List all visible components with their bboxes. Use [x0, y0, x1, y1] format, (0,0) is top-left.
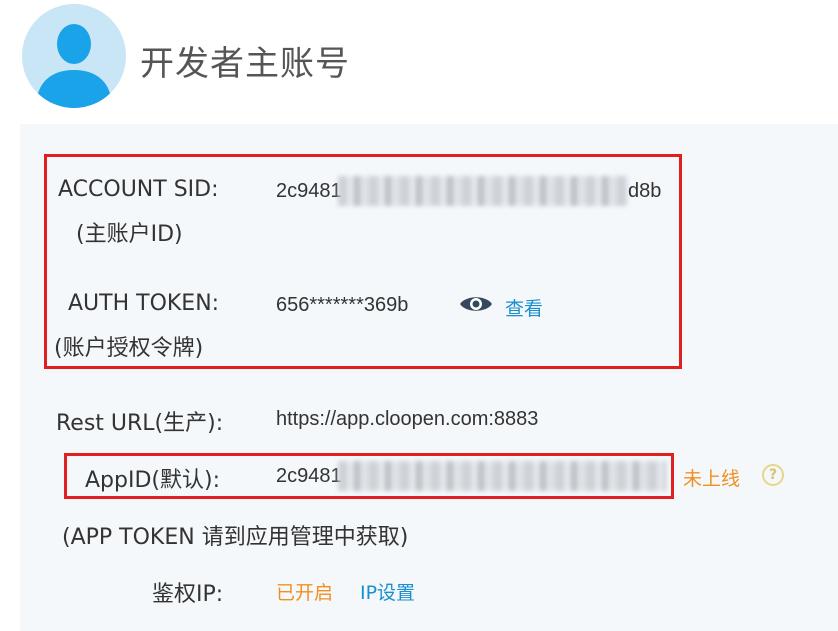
auth-ip-status: 已开启	[276, 582, 334, 604]
account-sid-redacted	[338, 176, 628, 206]
account-sid-value-prefix: 2c9481	[276, 180, 342, 202]
account-sid-label: ACCOUNT SID:	[58, 177, 219, 202]
auth-ip-label: 鉴权IP:	[152, 582, 224, 607]
rest-url-label: Rest URL(生产):	[56, 411, 224, 436]
auth-token-label: AUTH TOKEN:	[68, 291, 220, 316]
question-circle-icon[interactable]: ?	[762, 464, 784, 486]
page-title: 开发者主账号	[140, 44, 350, 84]
rest-url-value: https://app.cloopen.com:8883	[276, 408, 539, 430]
auth-token-value: 656*******369b	[276, 294, 409, 316]
ip-settings-link[interactable]: IP设置	[360, 578, 415, 605]
view-token-link[interactable]: 查看	[505, 294, 543, 321]
auth-token-sublabel: (账户授权令牌)	[54, 336, 204, 361]
account-sid-sublabel: (主账户ID)	[76, 222, 183, 247]
developer-account-page: 开发者主账号 ACCOUNT SID: (主账户ID) 2c9481 d8b A…	[0, 0, 838, 631]
appid-label: AppID(默认):	[85, 468, 220, 493]
eye-icon[interactable]	[458, 292, 494, 316]
user-avatar-icon	[22, 4, 126, 108]
account-sid-value-suffix: d8b	[628, 180, 662, 202]
appid-value-prefix: 2c9481	[276, 465, 342, 487]
app-token-note: (APP TOKEN 请到应用管理中获取)	[62, 525, 409, 550]
appid-redacted	[338, 461, 666, 491]
app-status-badge: 未上线	[683, 468, 741, 490]
